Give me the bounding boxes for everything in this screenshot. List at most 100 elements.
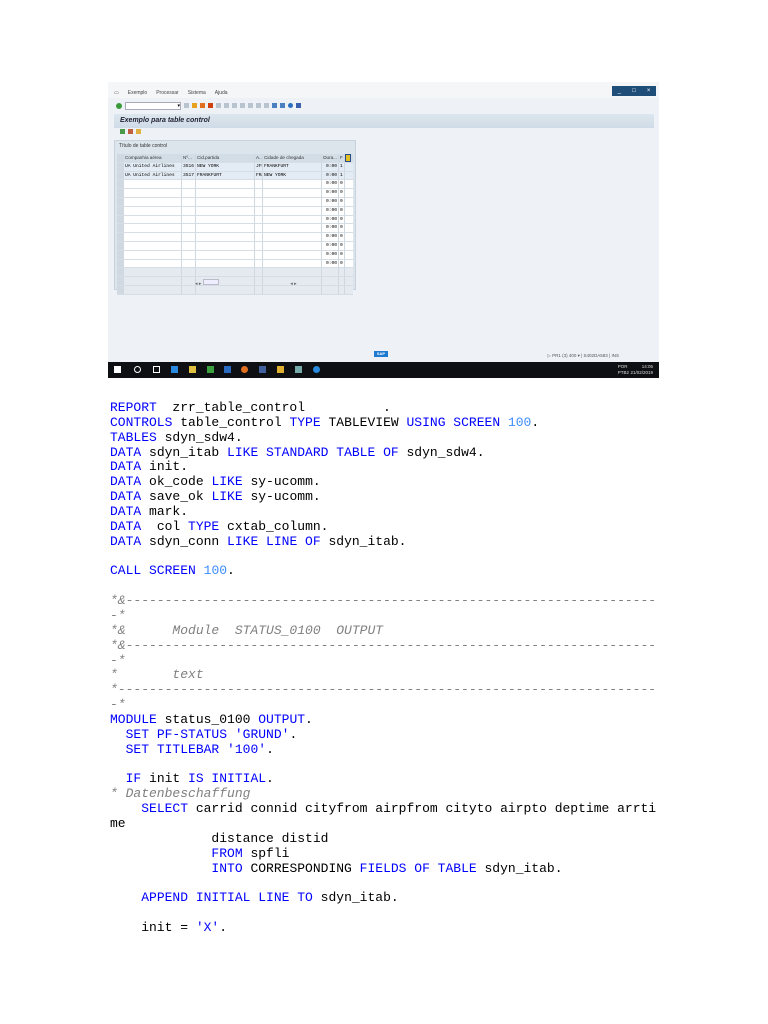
select-all[interactable]	[117, 154, 124, 162]
table-cell[interactable]	[339, 277, 345, 285]
layout-icon[interactable]	[296, 103, 301, 108]
table-cell[interactable]	[196, 233, 255, 241]
explorer-icon[interactable]	[189, 366, 196, 373]
col-header[interactable]: Companhia aérea	[124, 154, 182, 162]
table-row[interactable]: UA United Airlines3517FRANKFURTFRANEW YO…	[117, 171, 353, 181]
table-cell[interactable]: 0	[339, 233, 345, 241]
row-selector[interactable]	[117, 277, 124, 285]
table-cell[interactable]: 0	[339, 259, 345, 268]
table-cell[interactable]: 0:00	[322, 250, 339, 259]
last-page-icon[interactable]	[264, 103, 269, 108]
table-cell[interactable]: 0:00	[322, 171, 339, 180]
table-cell[interactable]	[263, 250, 322, 259]
cancel-icon[interactable]	[208, 103, 213, 108]
table-cell[interactable]	[255, 206, 263, 215]
table-cell[interactable]	[255, 197, 263, 206]
table-cell[interactable]: FRA	[255, 171, 263, 180]
table-cell[interactable]: 3516	[182, 162, 196, 171]
table-row[interactable]: 0:00 0	[117, 189, 353, 198]
table-cell[interactable]: 0	[339, 215, 345, 224]
table-cell[interactable]	[255, 189, 263, 197]
table-cell[interactable]: 1	[339, 162, 345, 171]
table-cell[interactable]	[182, 233, 196, 241]
table-cell[interactable]	[263, 206, 322, 215]
task-view-icon[interactable]	[153, 366, 160, 373]
row-selector[interactable]	[117, 268, 124, 277]
row-selector[interactable]	[117, 189, 124, 197]
menu-ajuda[interactable]: Ajuda	[215, 90, 228, 96]
money-icon[interactable]	[207, 366, 214, 373]
table-row[interactable]: 0:00 0	[117, 197, 353, 207]
table-row[interactable]: 0:00 0	[117, 233, 353, 242]
table-cell[interactable]	[124, 180, 182, 189]
table-cell[interactable]: 0:00	[322, 215, 339, 224]
first-page-icon[interactable]	[240, 103, 245, 108]
command-field[interactable]: ▾	[125, 101, 181, 110]
col-header[interactable]: Cidade de chegada	[263, 154, 322, 162]
table-cell[interactable]	[255, 268, 263, 277]
row-selector[interactable]	[117, 162, 124, 171]
table-cell[interactable]	[255, 180, 263, 189]
table-cell[interactable]	[124, 206, 182, 215]
table-cell[interactable]	[124, 268, 182, 277]
table-cell[interactable]	[124, 197, 182, 206]
table-cell[interactable]	[255, 285, 263, 294]
table-cell[interactable]	[263, 180, 322, 189]
table-cell[interactable]	[196, 206, 255, 215]
table-cell[interactable]	[196, 250, 255, 259]
table-cell[interactable]: 0	[339, 206, 345, 215]
row-selector[interactable]	[117, 171, 124, 180]
row-selector[interactable]	[117, 215, 124, 224]
row-selector[interactable]	[117, 259, 124, 268]
col-header[interactable]: Cid.partida	[196, 154, 255, 162]
find-icon[interactable]	[224, 103, 229, 108]
table-cell[interactable]	[182, 224, 196, 233]
table-row[interactable]: 0:00 0	[117, 215, 353, 225]
person-icon[interactable]	[120, 129, 125, 134]
table-cell[interactable]	[255, 241, 263, 250]
col-header[interactable]: A...	[255, 154, 263, 162]
table-cell[interactable]	[182, 259, 196, 268]
table-cell[interactable]	[263, 285, 322, 294]
table-settings-icon[interactable]	[345, 154, 351, 162]
sap-logon-icon[interactable]	[295, 366, 302, 373]
prev-page-icon[interactable]	[248, 103, 253, 108]
app-icon[interactable]	[224, 366, 231, 373]
table-cell[interactable]: 0:00	[322, 189, 339, 197]
table-cell[interactable]: 3517	[182, 171, 196, 180]
table-cell[interactable]	[196, 197, 255, 206]
minimize-button[interactable]: _	[618, 88, 621, 94]
table-cell[interactable]	[196, 215, 255, 224]
table-cell[interactable]: UA United Airlines	[124, 162, 182, 171]
table-cell[interactable]: FRANKFURT	[263, 162, 322, 171]
table-cell[interactable]	[182, 197, 196, 206]
menu-exemplo[interactable]: Exemplo	[128, 90, 147, 96]
table-cell[interactable]: 0:00	[322, 241, 339, 250]
table-cell[interactable]	[263, 224, 322, 233]
table-cell[interactable]	[255, 259, 263, 268]
table-cell[interactable]	[182, 215, 196, 224]
row-selector[interactable]	[117, 241, 124, 250]
table-cell[interactable]: 0	[339, 197, 345, 206]
table-cell[interactable]: FRANKFURT	[196, 171, 255, 180]
exit-icon[interactable]	[200, 103, 205, 108]
table-cell[interactable]	[196, 189, 255, 197]
clock[interactable]: 14:05 21/02/2019	[630, 364, 653, 376]
table-cell[interactable]	[182, 189, 196, 197]
table-cell[interactable]	[182, 285, 196, 294]
table-row[interactable]: 0:00 0	[117, 259, 353, 269]
table-cell[interactable]	[124, 285, 182, 294]
table-cell[interactable]	[196, 180, 255, 189]
table-cell[interactable]	[263, 197, 322, 206]
table-row[interactable]: UA United Airlines3516NEW YORKJFKFRANKFU…	[117, 162, 353, 172]
row-selector[interactable]	[117, 206, 124, 215]
table-cell[interactable]	[322, 285, 339, 294]
table-cell[interactable]	[255, 250, 263, 259]
enter-icon[interactable]	[116, 102, 122, 109]
firefox-icon[interactable]	[241, 366, 248, 373]
search-icon[interactable]	[134, 366, 141, 373]
table-cell[interactable]: 0:00	[322, 206, 339, 215]
windows-start-icon[interactable]	[114, 366, 121, 373]
table-cell[interactable]	[182, 241, 196, 250]
save-icon[interactable]	[184, 103, 189, 108]
